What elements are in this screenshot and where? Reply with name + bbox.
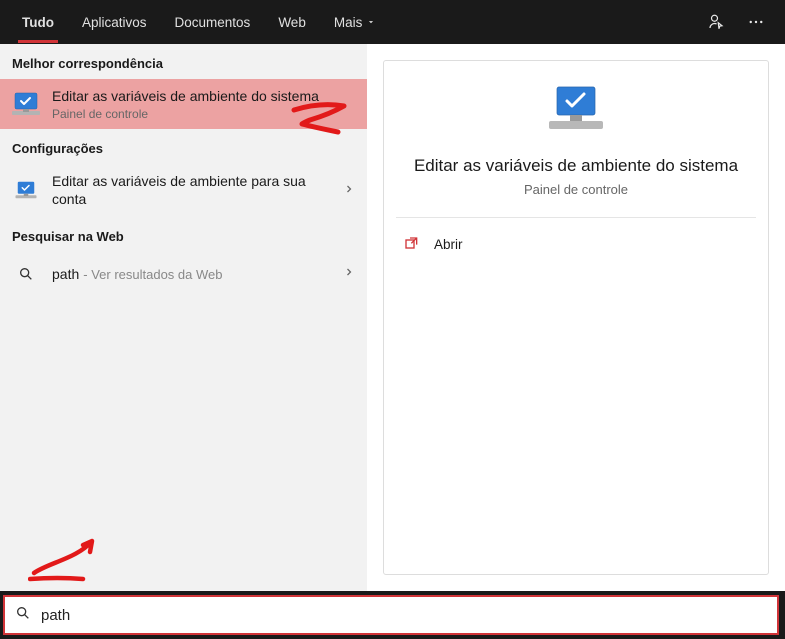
chevron-down-icon	[366, 15, 376, 30]
search-input[interactable]	[41, 607, 767, 624]
search-icon	[12, 260, 40, 288]
tab-aplicativos[interactable]: Aplicativos	[68, 3, 161, 42]
more-options-icon[interactable]	[747, 13, 765, 31]
divider	[396, 217, 756, 218]
settings-header: Configurações	[0, 129, 367, 164]
content-area: Melhor correspondência Editar as variáve…	[0, 44, 785, 591]
system-settings-icon	[12, 90, 40, 118]
settings-item-title: Editar as variáveis de ambiente para sua…	[52, 172, 331, 208]
tab-mais-label: Mais	[334, 15, 363, 30]
preview-card: Editar as variáveis de ambiente do siste…	[383, 60, 769, 575]
best-match-subtitle: Painel de controle	[52, 107, 355, 121]
chevron-right-icon	[343, 183, 355, 198]
preview-title: Editar as variáveis de ambiente do siste…	[406, 156, 746, 176]
web-search-header: Pesquisar na Web	[0, 217, 367, 252]
system-settings-large-icon	[547, 85, 605, 140]
open-icon	[404, 236, 420, 252]
annotation-1	[28, 523, 100, 585]
search-bar[interactable]	[3, 595, 779, 635]
web-search-term: path	[52, 266, 79, 282]
preview-panel: Editar as variáveis de ambiente do siste…	[367, 44, 785, 591]
web-search-item[interactable]: path - Ver resultados da Web	[0, 252, 367, 296]
results-panel: Melhor correspondência Editar as variáve…	[0, 44, 367, 591]
preview-subtitle: Painel de controle	[524, 182, 628, 197]
tab-web[interactable]: Web	[264, 3, 320, 42]
tab-mais[interactable]: Mais	[320, 3, 391, 42]
chevron-right-icon	[343, 266, 355, 281]
best-match-title: Editar as variáveis de ambiente do siste…	[52, 87, 355, 105]
open-label: Abrir	[434, 237, 463, 252]
feedback-icon[interactable]	[707, 13, 725, 31]
tab-tudo[interactable]: Tudo	[8, 3, 68, 42]
header-actions	[707, 13, 777, 31]
best-match-item[interactable]: Editar as variáveis de ambiente do siste…	[0, 79, 367, 129]
search-icon	[15, 605, 31, 626]
open-action[interactable]: Abrir	[396, 230, 471, 258]
web-search-hint: - Ver resultados da Web	[83, 267, 222, 282]
best-match-header: Melhor correspondência	[0, 44, 367, 79]
header-bar: Tudo Aplicativos Documentos Web Mais	[0, 0, 785, 44]
header-tabs: Tudo Aplicativos Documentos Web Mais	[8, 3, 707, 42]
settings-item-user-env[interactable]: Editar as variáveis de ambiente para sua…	[0, 164, 367, 216]
system-settings-icon	[12, 176, 40, 204]
tab-documentos[interactable]: Documentos	[161, 3, 265, 42]
